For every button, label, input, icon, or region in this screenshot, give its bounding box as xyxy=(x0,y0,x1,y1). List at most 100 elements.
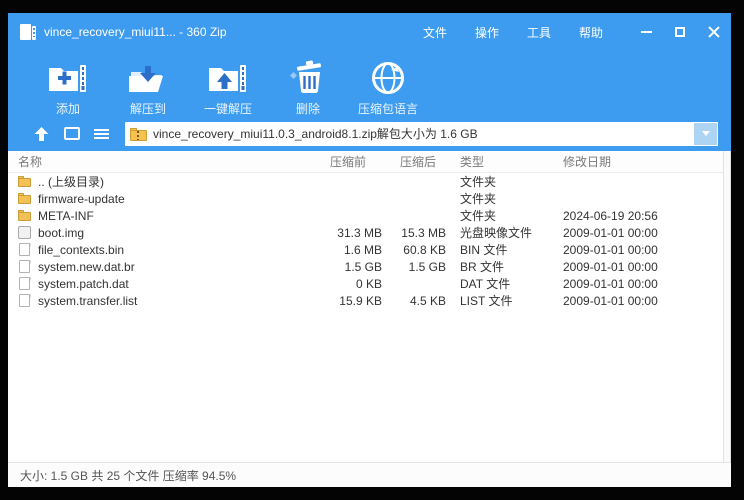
file-name: firmware-update xyxy=(38,191,125,206)
toolbar-button-label: 删除 xyxy=(295,102,320,116)
file-row[interactable]: .. (上级目录) 文件夹 xyxy=(8,173,731,190)
file-name: system.transfer.list xyxy=(38,293,138,308)
file-size-before: 1.5 GB xyxy=(344,259,382,274)
app-window: vince_recovery_miui11... - 360 Zip 文件 操作… xyxy=(8,13,731,487)
file-size-after: 4.5 KB xyxy=(409,293,446,308)
up-arrow-icon xyxy=(34,126,49,141)
browse-icon xyxy=(64,127,80,140)
address-path: vince_recovery_miui11.0.3_android8.1.zip… xyxy=(153,127,478,141)
toolbar-button-label: 添加 xyxy=(55,102,80,116)
folder-icon xyxy=(18,209,32,223)
window-controls xyxy=(629,13,731,51)
zip-document-icon xyxy=(20,23,37,42)
toolbar-button-label: 一键解压 xyxy=(203,102,252,116)
file-type: BR 文件 xyxy=(460,260,505,274)
column-header-size-before[interactable]: 压缩前 xyxy=(326,153,386,170)
chevron-down-icon xyxy=(701,131,710,136)
addressbar: vince_recovery_miui11.0.3_android8.1.zip… xyxy=(8,120,731,151)
extract-to-button[interactable]: 解压到 xyxy=(108,51,188,120)
add-archive-icon xyxy=(46,58,90,98)
file-row[interactable]: system.transfer.list 15.9 KB 4.5 KB LIST… xyxy=(8,292,731,309)
list-view-icon xyxy=(94,128,109,139)
column-header-date[interactable]: 修改日期 xyxy=(556,153,731,170)
file-date: 2009-01-01 00:00 xyxy=(563,259,658,274)
close-icon xyxy=(708,26,720,38)
menu-help[interactable]: 帮助 xyxy=(565,18,617,47)
menubar: 文件 操作 工具 帮助 xyxy=(409,18,617,47)
file-row[interactable]: file_contexts.bin 1.6 MB 60.8 KB BIN 文件 … xyxy=(8,241,731,258)
file-type: 文件夹 xyxy=(460,192,497,206)
one-click-extract-icon xyxy=(206,58,250,98)
file-icon xyxy=(18,242,32,257)
maximize-icon xyxy=(675,27,685,37)
file-type: BIN 文件 xyxy=(460,243,508,257)
maximize-button[interactable] xyxy=(663,13,697,51)
file-row[interactable]: boot.img 31.3 MB 15.3 MB 光盘映像文件 2009-01-… xyxy=(8,224,731,241)
file-name: META-INF xyxy=(38,208,94,223)
file-name: .. (上级目录) xyxy=(38,175,104,189)
file-name: system.new.dat.br xyxy=(38,259,135,274)
file-size-before: 31.3 MB xyxy=(337,225,382,240)
folder-icon xyxy=(18,192,32,206)
archive-language-icon xyxy=(370,58,406,98)
file-type: 光盘映像文件 xyxy=(460,226,533,240)
list-header: 名称 压缩前 压缩后 类型 修改日期 xyxy=(8,151,731,173)
file-size-before: 1.6 MB xyxy=(343,242,382,257)
file-row[interactable]: system.patch.dat 0 KB DAT 文件 2009-01-01 … xyxy=(8,275,731,292)
status-text: 大小: 1.5 GB 共 25 个文件 压缩率 94.5% xyxy=(20,468,237,483)
scrollbar[interactable] xyxy=(723,151,731,462)
add-button[interactable]: 添加 xyxy=(28,51,108,120)
up-button[interactable] xyxy=(33,126,50,142)
extract-to-icon xyxy=(126,58,170,98)
file-type: DAT 文件 xyxy=(460,277,511,291)
toolbar-button-label: 解压到 xyxy=(129,102,166,116)
file-list-body: .. (上级目录) 文件夹 firmware-update 文件夹 META-I… xyxy=(8,173,731,309)
column-header-name[interactable]: 名称 xyxy=(8,153,326,170)
file-icon xyxy=(18,259,32,274)
one-click-extract-button[interactable]: 一键解压 xyxy=(188,51,268,120)
file-icon xyxy=(18,293,32,308)
delete-button[interactable]: 删除 xyxy=(268,51,348,120)
disc-image-icon xyxy=(18,225,32,240)
address-input[interactable]: vince_recovery_miui11.0.3_android8.1.zip… xyxy=(125,121,718,146)
menu-tools[interactable]: 工具 xyxy=(513,18,565,47)
statusbar: 大小: 1.5 GB 共 25 个文件 压缩率 94.5% xyxy=(8,462,731,487)
view-mode-button[interactable] xyxy=(94,128,109,139)
file-date: 2009-01-01 00:00 xyxy=(563,276,658,291)
file-size-after: 1.5 GB xyxy=(408,259,446,274)
file-date: 2009-01-01 00:00 xyxy=(563,242,658,257)
file-type: 文件夹 xyxy=(460,175,497,189)
titlebar: vince_recovery_miui11... - 360 Zip 文件 操作… xyxy=(8,13,731,51)
zip-archive-icon xyxy=(130,127,148,141)
file-date: 2009-01-01 00:00 xyxy=(563,225,658,240)
close-button[interactable] xyxy=(697,13,731,51)
folder-icon xyxy=(18,175,32,189)
column-header-type[interactable]: 类型 xyxy=(450,153,556,170)
browse-button[interactable] xyxy=(64,127,80,140)
file-size-after: 15.3 MB xyxy=(401,225,446,240)
menu-actions[interactable]: 操作 xyxy=(461,18,513,47)
file-name: file_contexts.bin xyxy=(38,242,125,257)
toolbar-button-label: 压缩包语言 xyxy=(357,102,418,116)
file-size-before: 15.9 KB xyxy=(339,293,382,308)
file-type: 文件夹 xyxy=(460,209,497,223)
file-size-after: 60.8 KB xyxy=(403,242,446,257)
file-list: 名称 压缩前 压缩后 类型 修改日期 .. (上级目录) 文件夹 firmwar… xyxy=(8,151,731,462)
delete-icon xyxy=(288,58,328,98)
address-dropdown-button[interactable] xyxy=(694,122,717,145)
window-title: vince_recovery_miui11... - 360 Zip xyxy=(44,25,227,39)
file-row[interactable]: firmware-update 文件夹 xyxy=(8,190,731,207)
minimize-button[interactable] xyxy=(629,13,663,51)
column-header-size-after[interactable]: 压缩后 xyxy=(386,153,450,170)
menu-file[interactable]: 文件 xyxy=(409,18,461,47)
file-type: LIST 文件 xyxy=(460,294,513,308)
toolbar: 添加 解压到 一键解压 删除 压缩包语言 xyxy=(8,51,731,120)
file-name: system.patch.dat xyxy=(38,276,129,291)
file-row[interactable]: system.new.dat.br 1.5 GB 1.5 GB BR 文件 20… xyxy=(8,258,731,275)
archive-language-button[interactable]: 压缩包语言 xyxy=(348,51,428,120)
file-date: 2024-06-19 20:56 xyxy=(563,208,658,223)
minimize-icon xyxy=(640,31,652,33)
file-date: 2009-01-01 00:00 xyxy=(563,293,658,308)
file-size-before: 0 KB xyxy=(355,276,382,291)
file-row[interactable]: META-INF 文件夹 2024-06-19 20:56 xyxy=(8,207,731,224)
